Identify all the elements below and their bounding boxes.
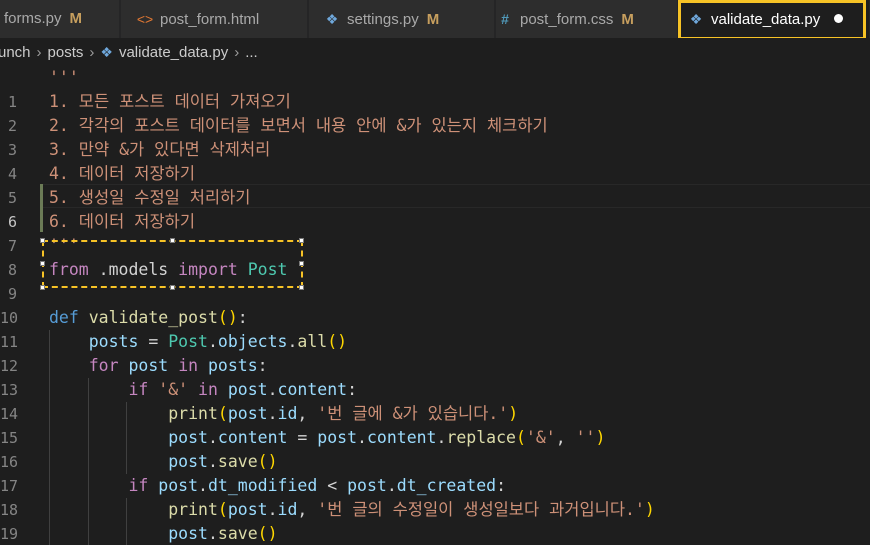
- code-text: 3. 만약 &가 있다면 삭제처리: [49, 140, 271, 159]
- resize-handle[interactable]: [299, 261, 304, 266]
- modified-badge: M: [426, 11, 440, 28]
- tab-label: post_form.css: [520, 11, 614, 28]
- breadcrumb-item[interactable]: validate_data.py: [119, 39, 228, 67]
- chevron-right-icon: ›: [89, 44, 95, 61]
- code-line: 15 print(post.id, '번 글에 &가 있습니다.'): [0, 402, 870, 447]
- code-text: 6. 데이터 저장하기: [49, 212, 195, 231]
- code-text: post.save(): [168, 524, 278, 543]
- code-line: 3 2. 각각의 포스트 데이터를 보면서 내용 안에 &가 있는지 체크하기: [0, 114, 870, 159]
- modified-badge: M: [69, 10, 83, 27]
- code-line: 5 4. 데이터 저장하기: [0, 162, 870, 207]
- tab-post-form-html[interactable]: <> post_form.html: [121, 0, 308, 38]
- python-icon: ❖: [100, 44, 113, 60]
- code-line: 16 post.content = post.content.replace('…: [0, 426, 870, 471]
- unsaved-dot-icon[interactable]: [834, 14, 844, 23]
- resize-handle[interactable]: [40, 285, 45, 290]
- tab-settings-py[interactable]: ❖ settings.py M: [309, 0, 495, 38]
- tab-label: post_form.html: [160, 11, 260, 28]
- tab-validate-data-py[interactable]: ❖ validate_data.py: [679, 0, 870, 38]
- code-text: if post.dt_modified < post.dt_created:: [128, 476, 507, 495]
- code-line: 7 6. 데이터 저장하기: [0, 210, 870, 255]
- code-line: 17 post.save(): [0, 450, 870, 495]
- code-line: 13 for post in posts:: [0, 354, 870, 399]
- code-text: posts = Post.objects.all(): [88, 332, 348, 351]
- code-editor[interactable]: 1 ''' 2 1. 모든 포스트 데이터 가져오기 3 2. 각각의 포스트 …: [0, 66, 870, 545]
- code-line: 6 5. 생성일 수정일 처리하기: [0, 186, 870, 231]
- code-line: 9 from .models import Post: [0, 258, 870, 303]
- code-text: 1. 모든 포스트 데이터 가져오기: [49, 92, 291, 111]
- breadcrumb: unch › posts › ❖ validate_data.py ›...: [0, 38, 870, 66]
- chevron-right-icon: ›: [234, 44, 240, 61]
- editor-tab-bar: forms.py M <> post_form.html ❖ settings.py M…: [0, 0, 870, 38]
- resize-handle[interactable]: [170, 238, 175, 243]
- tab-label: settings.py: [347, 11, 419, 28]
- code-text: print(post.id, '번 글에 &가 있습니다.'): [168, 404, 519, 423]
- code-line: 18 if post.dt_modified < post.dt_created…: [0, 474, 870, 519]
- code-text: if '&' in post.content:: [128, 380, 358, 399]
- code-text: ''': [49, 236, 79, 255]
- code-line: 4 3. 만약 &가 있다면 삭제처리: [0, 138, 870, 183]
- css-icon: #: [501, 11, 509, 27]
- code-text: 2. 각각의 포스트 데이터를 보면서 내용 안에 &가 있는지 체크하기: [49, 116, 548, 135]
- resize-handle[interactable]: [170, 285, 175, 290]
- tab-label: forms.py: [4, 10, 62, 27]
- code-line: 11 def validate_post():: [0, 306, 870, 351]
- code-text: post.save(): [168, 452, 278, 471]
- code-line: 2 1. 모든 포스트 데이터 가져오기: [0, 90, 870, 135]
- tab-post-form-css[interactable]: # post_form.css M: [496, 0, 678, 38]
- code-line: 19 print(post.id, '번 글의 수정일이 생성일보다 과거입니다…: [0, 498, 870, 543]
- resize-handle[interactable]: [40, 238, 45, 243]
- resize-handle[interactable]: [299, 238, 304, 243]
- code-text: 5. 생성일 수정일 처리하기: [49, 188, 251, 207]
- code-text: from .models import Post: [49, 260, 288, 279]
- code-line: 1 ''': [0, 66, 870, 111]
- code-line: 10: [0, 282, 870, 327]
- resize-handle[interactable]: [299, 285, 304, 290]
- breadcrumb-item[interactable]: posts: [48, 39, 84, 67]
- code-text: ''': [49, 68, 79, 87]
- code-line: 8 ''': [0, 234, 870, 279]
- breadcrumb-item[interactable]: unch: [0, 39, 31, 67]
- python-icon: ❖: [325, 11, 339, 27]
- code-line: 20 post.save(): [0, 522, 870, 545]
- code-text: 4. 데이터 저장하기: [49, 164, 195, 183]
- code-line: 14 if '&' in post.content:: [0, 378, 870, 423]
- code-text: def validate_post():: [49, 308, 248, 327]
- code-text: print(post.id, '번 글의 수정일이 생성일보다 과거입니다.'): [168, 500, 655, 519]
- code-text: post.content = post.content.replace('&',…: [168, 428, 606, 447]
- resize-handle[interactable]: [40, 261, 45, 266]
- chevron-right-icon: ›: [36, 44, 42, 61]
- tab-forms-py[interactable]: forms.py M: [0, 0, 120, 38]
- code-text: for post in posts:: [88, 356, 268, 375]
- modified-badge: M: [621, 11, 634, 28]
- python-icon: ❖: [689, 11, 703, 27]
- tab-label: validate_data.py: [711, 11, 821, 28]
- code-line: 12 posts = Post.objects.all(): [0, 330, 870, 375]
- breadcrumb-item[interactable]: ...: [245, 39, 258, 67]
- html-icon: <>: [136, 11, 154, 27]
